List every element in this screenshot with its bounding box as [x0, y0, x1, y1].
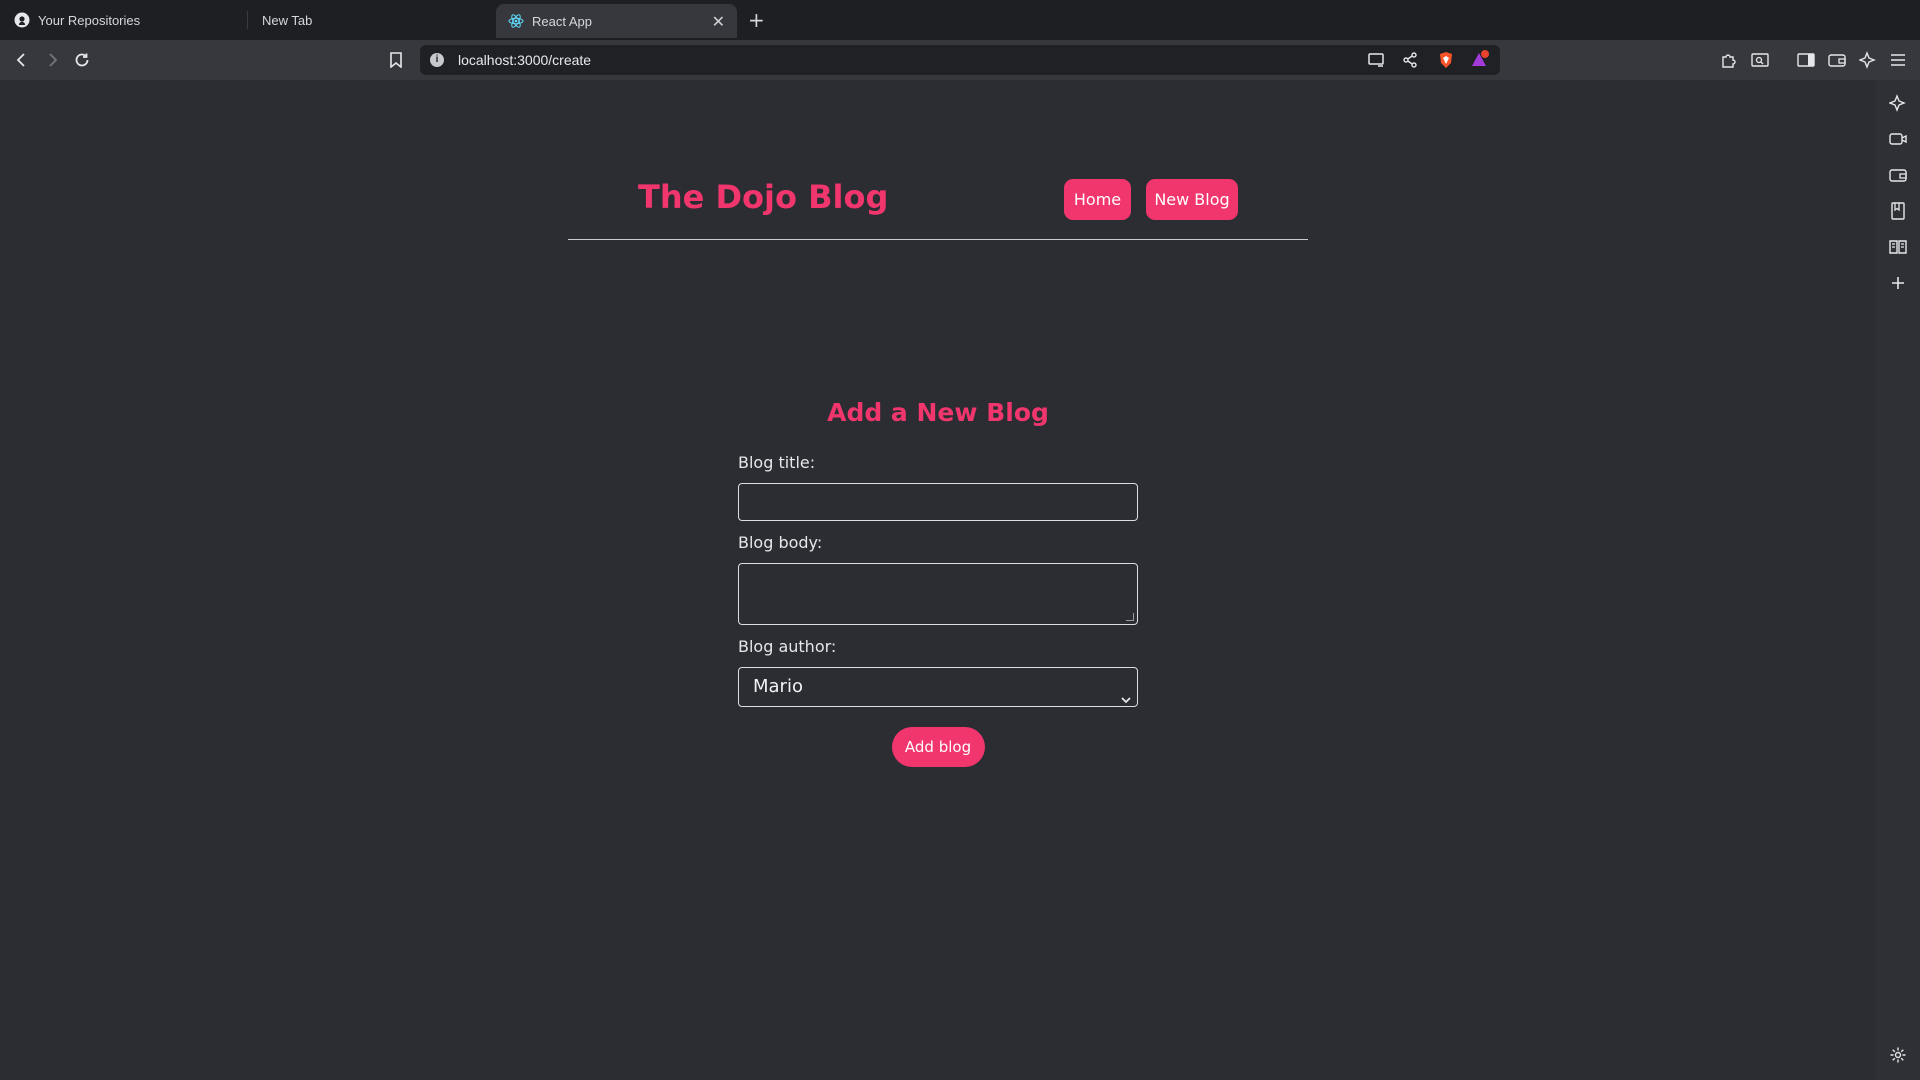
menu-icon[interactable] [1886, 48, 1910, 72]
add-blog-button[interactable]: Add blog [891, 727, 985, 767]
tab-label: Your Repositories [38, 12, 141, 28]
chevron-down-icon [1121, 681, 1131, 719]
sidebar-toggle-icon[interactable] [1794, 48, 1818, 72]
add-panel-icon[interactable] [1887, 272, 1909, 294]
react-icon [508, 13, 524, 29]
new-tab-button[interactable]: + [748, 8, 765, 32]
site-brand: The Dojo Blog [638, 178, 889, 216]
blog-author-select[interactable]: Mario [738, 667, 1138, 707]
leo-ai-icon[interactable] [1887, 92, 1909, 114]
blog-body-textarea[interactable] [738, 563, 1138, 625]
blog-body-label: Blog body: [738, 533, 823, 552]
url-text: localhost:3000/create [458, 52, 592, 68]
nav-new-blog-link[interactable]: New Blog [1146, 179, 1238, 220]
browser-tab-bar: Your Repositories New Tab React App ✕ + [0, 0, 1920, 40]
author-selected-value: Mario [753, 676, 803, 697]
tab-your-repositories[interactable]: Your Repositories [14, 4, 244, 36]
share-icon[interactable] [1398, 48, 1422, 72]
browser-side-panel [1876, 80, 1920, 1080]
bookmarks-icon[interactable] [1887, 200, 1909, 222]
reload-icon[interactable] [70, 48, 94, 72]
github-icon [14, 12, 30, 28]
bookmark-icon[interactable] [384, 48, 408, 72]
wallet-icon[interactable] [1825, 48, 1849, 72]
blog-title-input[interactable] [738, 483, 1138, 521]
tab-react-app[interactable]: React App ✕ [496, 4, 737, 38]
brave-rewards-icon[interactable] [1468, 48, 1492, 72]
reading-list-icon[interactable] [1887, 236, 1909, 258]
browser-toolbar: i localhost:3000/create [0, 40, 1920, 80]
back-icon[interactable] [10, 48, 34, 72]
forward-icon[interactable] [40, 48, 64, 72]
form-heading: Add a New Blog [827, 398, 1049, 427]
nav-home-link[interactable]: Home [1064, 179, 1131, 220]
wallet-icon[interactable] [1887, 164, 1909, 186]
brave-shield-icon[interactable] [1434, 48, 1458, 72]
search-tab-icon[interactable] [1748, 48, 1772, 72]
close-tab-icon[interactable]: ✕ [712, 12, 725, 32]
tab-label: React App [532, 13, 592, 29]
leo-ai-icon[interactable] [1856, 48, 1880, 72]
settings-gear-icon[interactable] [1887, 1044, 1909, 1066]
create-blog-form: Add a New Blog Blog title: Blog body: Bl… [738, 398, 1138, 767]
tab-label: New Tab [262, 12, 313, 28]
resize-handle-icon[interactable] [1126, 613, 1134, 621]
extensions-icon[interactable] [1717, 48, 1741, 72]
blog-title-label: Blog title: [738, 453, 816, 472]
address-bar[interactable]: i localhost:3000/create [420, 45, 1500, 75]
talk-icon[interactable] [1887, 128, 1909, 150]
tab-new-tab[interactable]: New Tab [247, 11, 490, 29]
blog-author-label: Blog author: [738, 637, 837, 656]
site-info-icon[interactable]: i [430, 53, 444, 67]
cast-icon[interactable] [1364, 48, 1388, 72]
